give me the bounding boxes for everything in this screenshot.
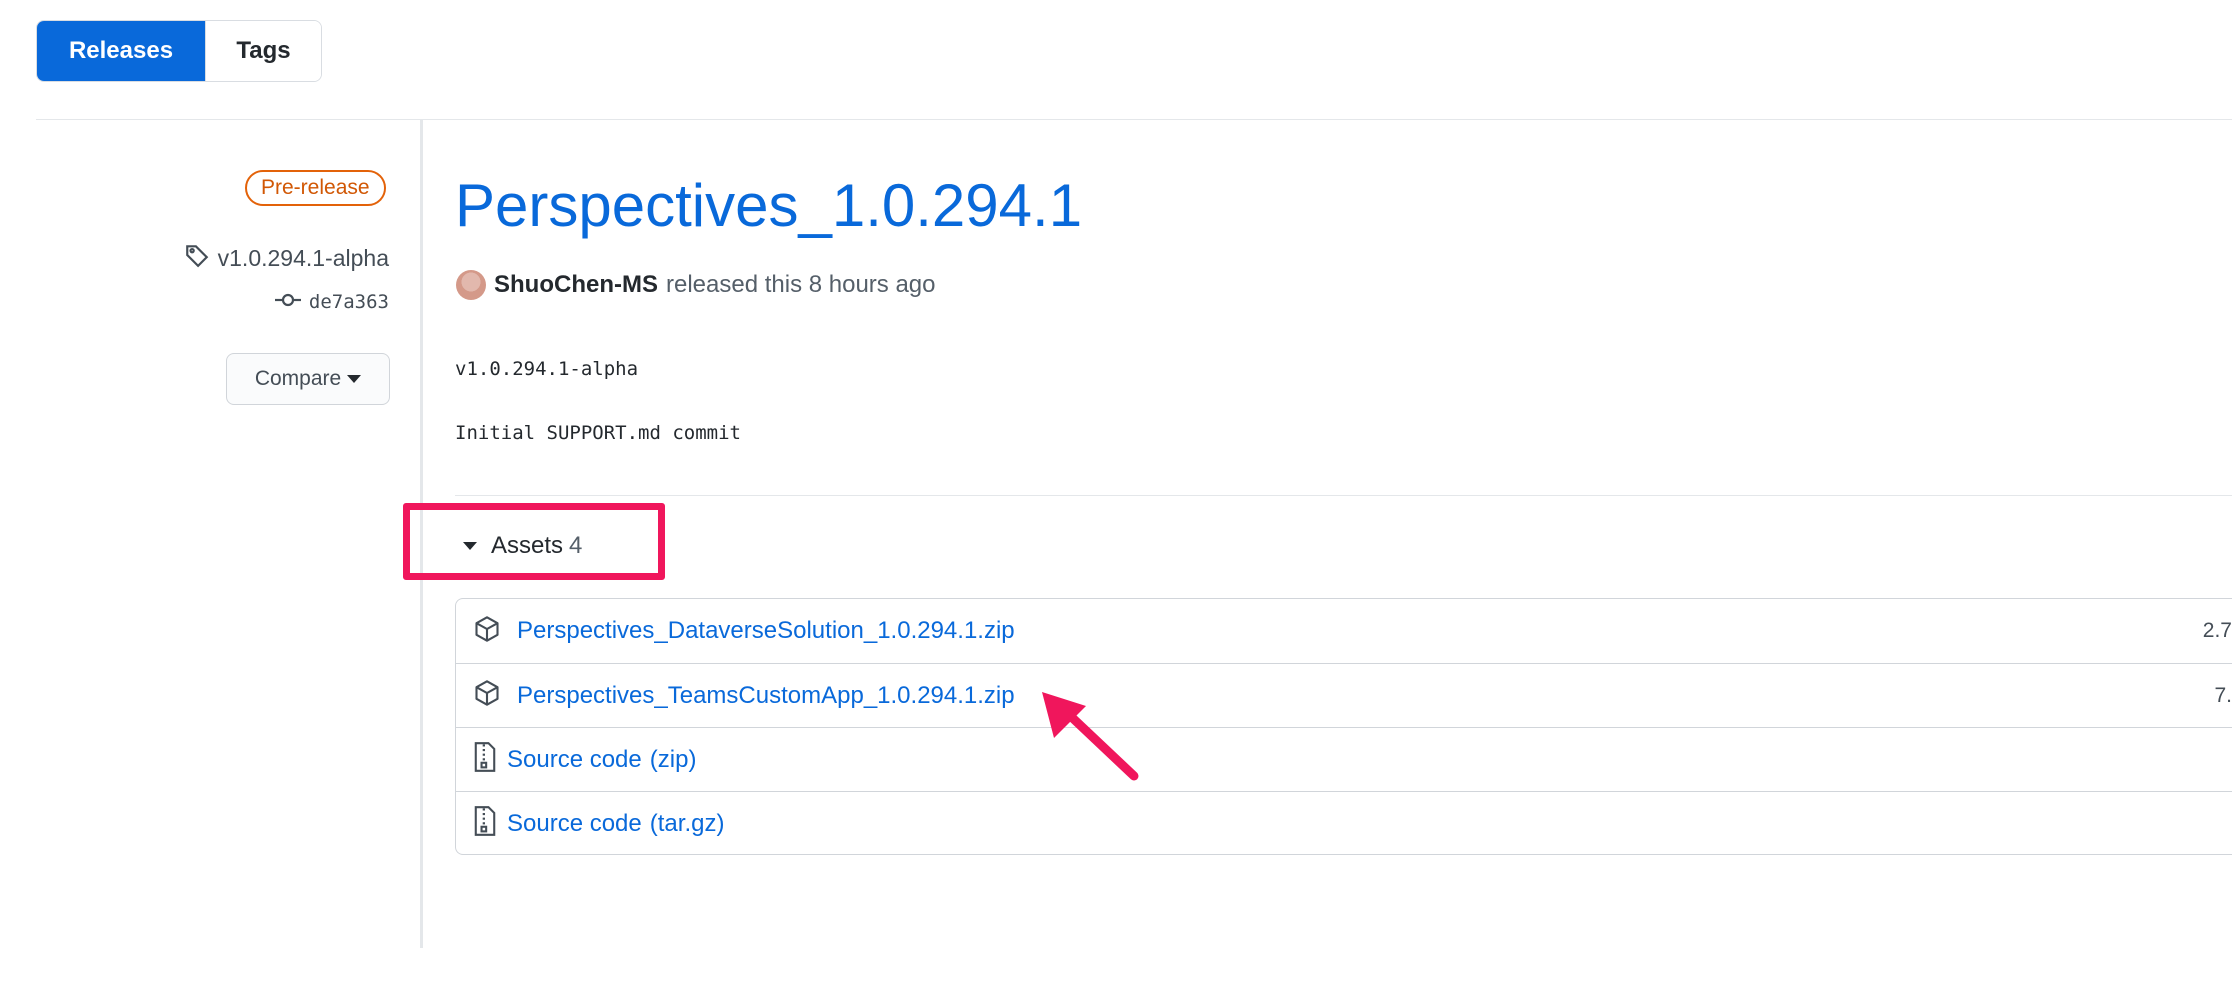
- source-code-zip-suffix[interactable]: (zip): [650, 746, 697, 774]
- asset-row: Source code (zip): [456, 727, 2232, 791]
- assets-list: Perspectives_DataverseSolution_1.0.294.1…: [455, 598, 2232, 855]
- assets-count: 4: [569, 532, 583, 559]
- tab-releases[interactable]: Releases: [37, 21, 205, 81]
- tag-label: v1.0.294.1-alpha: [217, 244, 389, 271]
- release-title[interactable]: Perspectives_1.0.294.1: [455, 176, 1082, 236]
- release-notes-tag: v1.0.294.1-alpha: [455, 358, 639, 380]
- author-link[interactable]: ShuoChen-MS: [494, 271, 658, 299]
- asset-link[interactable]: Perspectives_TeamsCustomApp_1.0.294.1.zi…: [517, 682, 1015, 710]
- prerelease-badge: Pre-release: [245, 170, 386, 206]
- release-tag-link[interactable]: v1.0.294.1-alpha: [184, 242, 389, 274]
- tag-icon: [184, 242, 210, 274]
- asset-link[interactable]: Perspectives_DataverseSolution_1.0.294.1…: [517, 617, 1015, 645]
- release-author-line: ShuoChen-MS released this 8 hours ago: [456, 270, 936, 300]
- asset-row: Perspectives_DataverseSolution_1.0.294.1…: [456, 599, 2232, 663]
- released-text: released this 8 hours ago: [665, 271, 936, 298]
- chevron-down-icon: [347, 375, 362, 383]
- source-code-targz-suffix[interactable]: (tar.gz): [650, 810, 725, 838]
- asset-row: Perspectives_TeamsCustomApp_1.0.294.1.zi…: [456, 663, 2232, 727]
- compare-button[interactable]: Compare: [226, 353, 390, 405]
- asset-row: Source code (tar.gz): [456, 791, 2232, 855]
- caret-down-icon: [463, 542, 477, 550]
- file-zip-icon: [473, 742, 497, 777]
- avatar[interactable]: [456, 270, 486, 300]
- source-code-zip-link[interactable]: Source code: [507, 746, 642, 774]
- release-tabs: Releases Tags: [36, 20, 322, 82]
- divider-assets: [455, 495, 2232, 496]
- file-zip-icon: [473, 806, 497, 841]
- commit-icon: [274, 291, 301, 313]
- package-icon: [473, 679, 501, 712]
- release-notes-commit: Initial SUPPORT.md commit: [455, 422, 741, 444]
- compare-label: Compare: [254, 367, 342, 390]
- asset-size: 7.: [2214, 683, 2232, 707]
- tab-tags[interactable]: Tags: [205, 21, 321, 81]
- commit-sha: de7a363: [308, 291, 389, 313]
- source-code-targz-link[interactable]: Source code: [507, 810, 642, 838]
- assets-label: Assets: [491, 532, 564, 559]
- assets-toggle[interactable]: Assets 4: [463, 532, 582, 560]
- divider-top: [36, 119, 2232, 120]
- asset-size: 2.7: [2202, 619, 2232, 642]
- arrow-annotation-icon: [1042, 692, 1139, 781]
- package-icon: [473, 615, 501, 648]
- commit-link[interactable]: de7a363: [274, 291, 389, 313]
